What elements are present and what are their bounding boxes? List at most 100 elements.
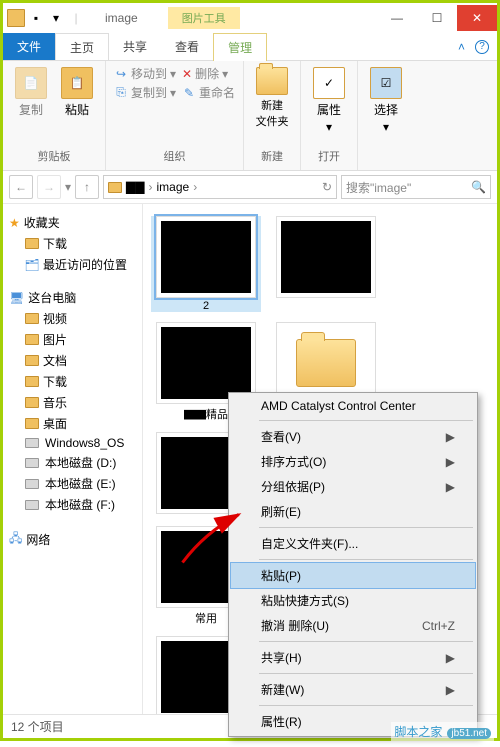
tree-item-downloads[interactable]: 下载: [7, 233, 138, 254]
drive-icon: [25, 438, 39, 448]
up-button[interactable]: ↑: [75, 175, 99, 199]
folder-icon: [25, 313, 39, 324]
tree-item[interactable]: 下载: [7, 371, 138, 392]
submenu-arrow-icon: ▶: [446, 455, 455, 469]
pc-icon: 🖥: [9, 291, 24, 305]
tree-item[interactable]: 本地磁盘 (D:): [7, 452, 138, 473]
navigation-bar: ← → ▾ ↑ ▇▇› image› ↻ 搜索"image" 🔍: [3, 171, 497, 204]
menu-item[interactable]: 分组依据(P)▶: [231, 474, 475, 499]
quick-access-toolbar: ▪ ▾ |: [7, 9, 85, 27]
folder-icon[interactable]: [7, 9, 25, 27]
recent-icon: 🗂: [25, 258, 39, 272]
menu-item[interactable]: 粘贴(P): [231, 563, 475, 588]
ribbon-group-label: 组织: [162, 146, 188, 166]
thumbnail: [276, 216, 376, 298]
paste-button[interactable]: 📋粘贴: [57, 65, 97, 120]
tree-item[interactable]: 图片: [7, 329, 138, 350]
tree-item[interactable]: 本地磁盘 (F:): [7, 494, 138, 515]
tab-share[interactable]: 共享: [109, 33, 161, 60]
menu-item[interactable]: 共享(H)▶: [231, 645, 475, 670]
ribbon-tabs: 文件 主页 共享 查看 管理 ˄ ?: [3, 33, 497, 61]
copy-button[interactable]: 📄复制: [11, 65, 51, 120]
tree-this-pc[interactable]: 🖥这台电脑: [7, 287, 138, 308]
copyto-button[interactable]: ⎘复制到 ▾: [114, 84, 176, 101]
network-icon: 🖧: [9, 529, 22, 550]
close-button[interactable]: ✕: [457, 5, 497, 31]
search-placeholder: 搜索"image": [346, 179, 411, 196]
tree-favorites[interactable]: ★收藏夹: [7, 212, 138, 233]
qat-sep: |: [67, 9, 85, 27]
file-item[interactable]: 2: [151, 216, 261, 312]
copy-icon: 📄: [15, 67, 47, 99]
address-bar[interactable]: ▇▇› image› ↻: [103, 175, 337, 199]
menu-item[interactable]: 撤消 删除(U)Ctrl+Z: [231, 613, 475, 638]
menu-item[interactable]: 自定义文件夹(F)...: [231, 531, 475, 556]
maximize-button[interactable]: ☐: [417, 5, 457, 31]
breadcrumb-segment[interactable]: ▇▇: [126, 180, 144, 194]
tab-home[interactable]: 主页: [55, 33, 109, 62]
tree-item[interactable]: Windows8_OS: [7, 434, 138, 452]
menu-item[interactable]: 查看(V)▶: [231, 424, 475, 449]
ribbon-group-label: 打开: [316, 146, 342, 166]
file-item[interactable]: [271, 216, 381, 312]
folder-icon: [25, 418, 39, 429]
submenu-arrow-icon: ▶: [446, 430, 455, 444]
tree-item[interactable]: 文档: [7, 350, 138, 371]
folder-icon: [108, 182, 122, 193]
tree-item[interactable]: 视频: [7, 308, 138, 329]
menu-separator: [259, 641, 473, 642]
help-icon[interactable]: ?: [475, 40, 489, 54]
tree-item-recent[interactable]: 🗂最近访问的位置: [7, 254, 138, 275]
menu-separator: [259, 527, 473, 528]
tree-item[interactable]: 音乐: [7, 392, 138, 413]
qat-dropdown-icon[interactable]: ▾: [47, 9, 65, 27]
select-button[interactable]: ☑选择▾: [366, 65, 406, 136]
tab-view[interactable]: 查看: [161, 33, 213, 60]
ribbon-group-select: ☑选择▾: [358, 61, 414, 170]
menu-separator: [259, 420, 473, 421]
folder-icon: [25, 376, 39, 387]
ribbon-group-label: 新建: [259, 146, 285, 166]
search-input[interactable]: 搜索"image" 🔍: [341, 175, 491, 199]
file-name: 常用: [195, 610, 217, 626]
tree-network[interactable]: 🖧网络: [7, 527, 138, 552]
delete-button[interactable]: ✕ 删除 ▾: [182, 65, 235, 82]
search-icon: 🔍: [471, 180, 486, 194]
folder-icon: [25, 355, 39, 366]
file-name: 2: [203, 300, 209, 312]
properties-button[interactable]: ✓属性▾: [309, 65, 349, 136]
drive-icon: [25, 458, 39, 468]
minimize-button[interactable]: —: [377, 5, 417, 31]
submenu-arrow-icon: ▶: [446, 683, 455, 697]
menu-item[interactable]: 刷新(E): [231, 499, 475, 524]
contextual-tab-label: 图片工具: [168, 7, 240, 29]
copyto-icon: ⎘: [114, 86, 128, 100]
file-name: ▇▇精品: [184, 406, 228, 422]
new-folder-button[interactable]: 新建 文件夹: [252, 65, 292, 131]
menu-item[interactable]: 粘贴快捷方式(S): [231, 588, 475, 613]
tab-file[interactable]: 文件: [3, 33, 55, 60]
tree-item[interactable]: 本地磁盘 (E:): [7, 473, 138, 494]
history-dropdown[interactable]: ▾: [65, 180, 71, 194]
menu-item[interactable]: 排序方式(O)▶: [231, 449, 475, 474]
moveto-button[interactable]: ↪移动到 ▾: [114, 65, 176, 82]
tab-manage[interactable]: 管理: [213, 33, 267, 61]
forward-button[interactable]: →: [37, 175, 61, 199]
breadcrumb-segment[interactable]: image: [157, 180, 190, 194]
rename-button[interactable]: ✎重命名: [182, 84, 235, 101]
paste-icon: 📋: [61, 67, 93, 99]
menu-separator: [259, 673, 473, 674]
menu-item[interactable]: 新建(W)▶: [231, 677, 475, 702]
ribbon-collapse-icon[interactable]: ˄: [458, 40, 465, 54]
folder-icon: [25, 238, 39, 249]
qat-item[interactable]: ▪: [27, 9, 45, 27]
context-menu: AMD Catalyst Control Center 查看(V)▶排序方式(O)…: [228, 392, 478, 737]
drive-icon: [25, 500, 39, 510]
refresh-icon[interactable]: ↻: [322, 180, 332, 194]
status-text: 12 个项目: [11, 718, 64, 735]
titlebar: ▪ ▾ | image 图片工具 — ☐ ✕: [3, 3, 497, 33]
menu-item[interactable]: AMD Catalyst Control Center: [231, 395, 475, 417]
back-button[interactable]: ←: [9, 175, 33, 199]
navigation-pane: ★收藏夹 下载 🗂最近访问的位置 🖥这台电脑 视频 图片 文档 下载 音乐 桌面…: [3, 204, 143, 714]
tree-item[interactable]: 桌面: [7, 413, 138, 434]
